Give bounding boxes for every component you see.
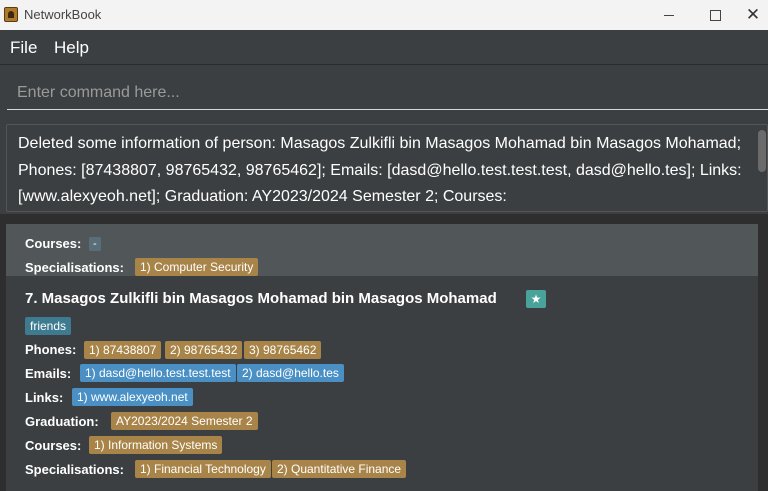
result-scrollbar[interactable] xyxy=(758,130,766,172)
phone-tag: 2) 98765432 xyxy=(165,341,243,359)
phones-label: Phones: xyxy=(25,342,77,357)
phone-tag: 1) 87438807 xyxy=(84,341,162,359)
close-icon: ✕ xyxy=(745,5,761,24)
result-display[interactable]: Deleted some information of person: Masa… xyxy=(6,124,768,212)
graduation-label: Graduation: xyxy=(25,414,99,429)
person-card-previous[interactable]: Courses: - Specialisations: 1) Computer … xyxy=(6,224,758,276)
course-tag: - xyxy=(89,237,101,251)
person-card[interactable]: 7. Masagos Zulkifli bin Masagos Mohamad … xyxy=(6,276,758,491)
menu-bar: File Help xyxy=(0,30,768,65)
link-tag[interactable]: 1) www.alexyeoh.net xyxy=(72,388,193,406)
specialisation-tag: 1) Computer Security xyxy=(135,258,259,276)
window-title: NetworkBook xyxy=(24,7,102,22)
phone-tag: 3) 98765462 xyxy=(244,341,322,359)
close-button[interactable]: ✕ xyxy=(738,0,768,30)
courses-label: Courses: xyxy=(25,236,82,251)
courses-label: Courses: xyxy=(25,438,82,453)
course-tag: 1) Information Systems xyxy=(89,436,223,454)
maximize-button[interactable] xyxy=(692,0,738,30)
menu-file[interactable]: File xyxy=(10,38,37,58)
minimize-button[interactable] xyxy=(646,0,692,30)
title-bar: NetworkBook ✕ xyxy=(0,0,768,30)
person-name: 7. Masagos Zulkifli bin Masagos Mohamad … xyxy=(25,290,497,307)
list-scrollbar[interactable] xyxy=(758,214,766,491)
email-tag[interactable]: 1) dasd@hello.test.test.test xyxy=(80,364,236,382)
app-icon xyxy=(4,7,18,22)
person-list[interactable]: Courses: - Specialisations: 1) Computer … xyxy=(0,214,768,491)
command-box xyxy=(0,66,768,118)
star-icon: ★ xyxy=(526,290,546,308)
links-label: Links: xyxy=(25,390,64,405)
specialisation-tag: 1) Financial Technology xyxy=(135,460,271,478)
graduation-tag: AY2023/2024 Semester 2 xyxy=(111,412,258,430)
result-text: Deleted some information of person: Masa… xyxy=(18,135,742,205)
emails-label: Emails: xyxy=(25,366,72,381)
command-input[interactable] xyxy=(7,76,768,110)
menu-help[interactable]: Help xyxy=(54,38,89,58)
person-tag: friends xyxy=(25,317,72,335)
specialisations-label: Specialisations: xyxy=(25,260,124,275)
specialisations-label: Specialisations: xyxy=(25,462,124,477)
email-tag[interactable]: 2) dasd@hello.tes xyxy=(237,364,344,382)
specialisation-tag: 2) Quantitative Finance xyxy=(272,460,407,478)
